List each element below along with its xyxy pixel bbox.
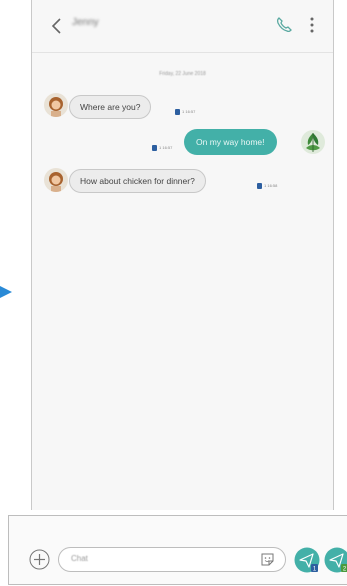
sim-card-icon [257,183,262,189]
message-bubble-outgoing[interactable]: On my way home! [184,129,277,155]
app-bar: Jenny [32,0,333,53]
plus-icon[interactable] [29,549,50,570]
message-time: 16:57 [162,145,173,151]
sticker-icon[interactable] [260,552,275,567]
message-meta: 1 16:58 [257,183,277,189]
callout-arrow-icon [0,286,12,298]
message-text: How about chicken for dinner? [80,176,195,186]
message-composer: Chat 1 2 [8,515,347,585]
message-text: Where are you? [80,102,141,112]
sim-number: 1 [264,183,267,189]
more-vertical-icon[interactable] [307,15,317,35]
message-text: On my way home! [196,137,265,147]
sim-number: 1 [182,109,185,115]
my-avatar[interactable] [301,130,325,154]
contact-avatar[interactable] [44,93,68,117]
phone-icon[interactable] [275,16,293,34]
message-bubble-incoming[interactable]: How about chicken for dinner? [69,169,206,193]
sim-card-icon [152,145,157,151]
message-meta: 1 16:57 [175,109,195,115]
contact-avatar[interactable] [44,168,68,192]
sim-card-icon [175,109,180,115]
send-sim2-icon[interactable]: 2 [324,547,347,573]
message-time: 16:58 [267,183,278,189]
message-bubble-incoming[interactable]: Where are you? [69,95,152,119]
message-input[interactable]: Chat [58,547,286,572]
contact-name[interactable]: Jenny [72,17,99,28]
phone-screen: Jenny Friday, 22 June 2018 Where are you… [31,0,334,510]
chevron-left-icon[interactable] [48,15,66,37]
message-time: 16:57 [185,109,196,115]
message-meta: 1 16:57 [152,145,172,151]
sim-number: 1 [159,145,162,151]
send-sim1-icon[interactable]: 1 [294,547,320,573]
conversation-date: Friday, 22 June 2018 [159,71,206,77]
message-input-placeholder: Chat [71,554,88,563]
